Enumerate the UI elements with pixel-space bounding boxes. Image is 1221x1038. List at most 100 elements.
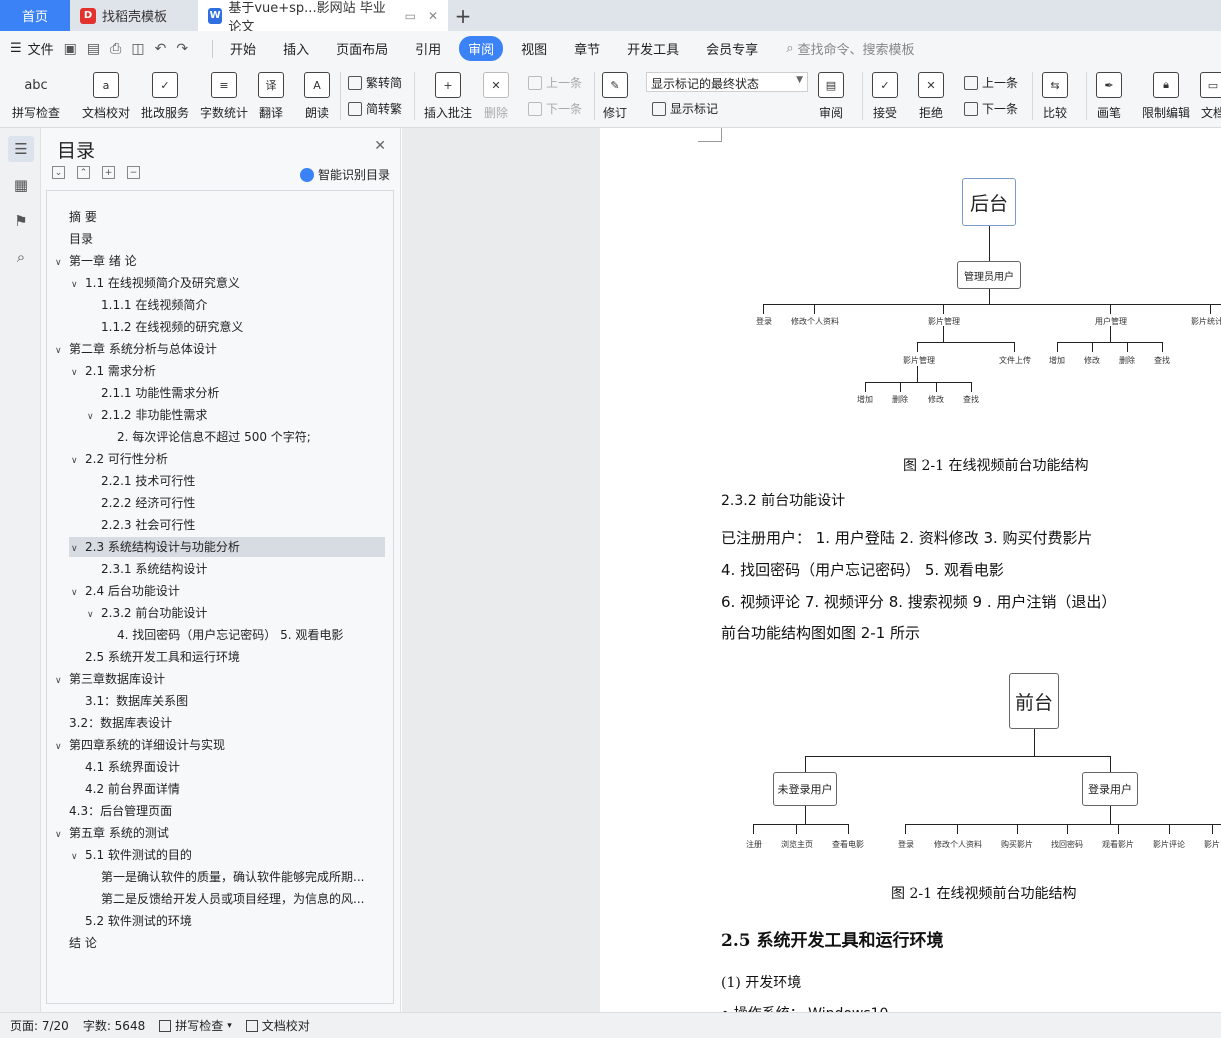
toc-item[interactable]: ∨ 2.2 可行性分析 [47, 449, 385, 469]
toc-item[interactable]: 2.3.1 系统结构设计 [47, 559, 385, 579]
toc-item[interactable]: ∨ 5.1 软件测试的目的 [47, 845, 385, 865]
trad-to-simp-button[interactable]: 繁转简 [348, 74, 402, 91]
word-count-button[interactable]: ≡ 字数统计 [200, 72, 248, 121]
review-pane-button[interactable]: ▤ 审阅 [818, 72, 844, 121]
track-changes-button[interactable]: ✎ 修订 [602, 72, 628, 121]
proofread-status[interactable]: 文档校对 [245, 1017, 310, 1034]
toc-item[interactable]: ∨ 第四章系统的详细设计与实现 [47, 735, 385, 755]
chevron-down-icon[interactable]: ∨ [55, 671, 69, 689]
navigation-icon[interactable]: ▦ [8, 172, 34, 198]
toc-item[interactable]: 4.3：后台管理页面 [47, 801, 385, 821]
toc-item[interactable]: 2.2.2 经济可行性 [47, 493, 385, 513]
toc-item[interactable]: 2. 每次评论信息不超过 500 个字符; [47, 427, 385, 447]
spell-check-status[interactable]: 拼写检查 ▾ [159, 1017, 232, 1034]
chevron-down-icon[interactable]: ∨ [71, 847, 85, 865]
chevron-down-icon[interactable]: ∨ [55, 341, 69, 359]
tab-view[interactable]: 视图 [512, 36, 556, 61]
chevron-down-icon[interactable]: ∨ [71, 363, 85, 381]
close-icon[interactable]: ✕ [374, 138, 386, 154]
tab-member[interactable]: 会员专享 [697, 36, 767, 61]
chevron-down-icon[interactable]: ∨ [71, 539, 85, 557]
next-change-button[interactable]: 下一条 [964, 100, 1018, 117]
toc-item[interactable]: ∨ 第一章 绪 论 [47, 251, 385, 271]
toc-item[interactable]: ∨ 2.1 需求分析 [47, 361, 385, 381]
toc-item[interactable]: 5.2 软件测试的环境 [47, 911, 385, 931]
tab-developer[interactable]: 开发工具 [618, 36, 688, 61]
preview-icon[interactable]: ◫ [131, 41, 144, 57]
document-page[interactable]: 后台 管理员用户 登录 修改个人资料 影片管理 用户管理 影片统计 影片管理 文… [600, 128, 1221, 1012]
insert-comment-button[interactable]: + 插入批注 [424, 72, 472, 121]
next-comment-button[interactable]: 下一条 [528, 100, 582, 117]
toc-item[interactable]: ∨ 2.3.2 前台功能设计 [47, 603, 385, 623]
smart-toc-button[interactable]: 智能识别目录 [299, 166, 390, 183]
toc-item[interactable]: 摘 要 [47, 207, 385, 227]
markup-state-select[interactable]: 显示标记的最终状态 ▼ [646, 72, 808, 92]
prev-change-button[interactable]: 上一条 [964, 74, 1018, 91]
tab-document[interactable]: W 基于vue+sp...影网站 毕业论文 ▭ ✕ [198, 0, 448, 35]
chevron-down-icon[interactable]: ∨ [87, 605, 101, 623]
chevron-down-icon[interactable]: ∨ [71, 451, 85, 469]
tab-home[interactable]: 首页 [0, 0, 70, 31]
batch-service-button[interactable]: ✓ 批改服务 [141, 72, 189, 121]
spell-check-button[interactable]: abc 拼写检查 [12, 72, 60, 121]
page-indicator[interactable]: 页面: 7/20 [10, 1017, 69, 1034]
chevron-down-icon[interactable]: ∨ [87, 407, 101, 425]
reject-button[interactable]: ✕ 拒绝 [918, 72, 944, 121]
toc-item[interactable]: 第一是确认软件的质量，确认软件能够完成所期... [47, 867, 385, 887]
toc-item[interactable]: 2.1.1 功能性需求分析 [47, 383, 385, 403]
close-tab-icon[interactable]: ✕ [428, 9, 438, 23]
save-icon[interactable]: ▣ [64, 41, 77, 57]
toc-item[interactable]: ∨ 2.3 系统结构设计与功能分析 [69, 537, 385, 557]
tab-reference[interactable]: 引用 [406, 36, 450, 61]
search-icon[interactable]: ⌕ [8, 244, 34, 270]
accept-button[interactable]: ✓ 接受 [872, 72, 898, 121]
chevron-down-icon[interactable]: ∨ [71, 275, 85, 293]
word-count[interactable]: 字数: 5648 [83, 1017, 145, 1034]
chevron-down-icon[interactable]: ∨ [55, 253, 69, 271]
restrict-edit-button[interactable]: 🔒︎ 限制编辑 [1142, 72, 1190, 121]
screen-icon[interactable]: ▭ [405, 9, 416, 23]
compare-button[interactable]: ⇆ 比较 [1042, 72, 1068, 121]
toc-item[interactable]: 3.2：数据库表设计 [47, 713, 385, 733]
toc-item[interactable]: ∨ 2.4 后台功能设计 [47, 581, 385, 601]
translate-button[interactable]: 译 翻译 [258, 72, 284, 121]
undo-icon[interactable]: ↶ [155, 41, 167, 57]
new-tab-button[interactable]: + [448, 0, 478, 31]
proofread-button[interactable]: a 文档校对 [82, 72, 130, 121]
chevron-down-icon[interactable]: ∨ [71, 583, 85, 601]
toc-item[interactable]: 2.2.3 社会可行性 [47, 515, 385, 535]
toc-item[interactable]: 2.2.1 技术可行性 [47, 471, 385, 491]
export-icon[interactable]: ▤ [87, 41, 100, 57]
prev-comment-button[interactable]: 上一条 [528, 74, 582, 91]
toc-item[interactable]: ∨ 第五章 系统的测试 [47, 823, 385, 843]
doc-permission-button[interactable]: ▭ 文档 [1200, 72, 1221, 121]
toc-item[interactable]: ∨ 第二章 系统分析与总体设计 [47, 339, 385, 359]
add-level-icon[interactable]: + [102, 166, 115, 179]
toc-item[interactable]: 结 论 [47, 933, 385, 953]
collapse-all-icon[interactable]: ⌄ [52, 166, 65, 179]
tab-start[interactable]: 开始 [221, 36, 265, 61]
tab-review[interactable]: 审阅 [459, 36, 504, 61]
tab-template[interactable]: D 找稻壳模板 [70, 0, 198, 31]
toc-item[interactable]: 3.1：数据库关系图 [47, 691, 385, 711]
toc-item[interactable]: ∨ 第三章数据库设计 [47, 669, 385, 689]
chevron-down-icon[interactable]: ∨ [55, 737, 69, 755]
toc-item[interactable]: ∨ 2.1.2 非功能性需求 [47, 405, 385, 425]
toc-item[interactable]: 1.1.1 在线视频简介 [47, 295, 385, 315]
command-search[interactable]: ⌕ 查找命令、搜索模板 [786, 39, 914, 58]
remove-level-icon[interactable]: − [127, 166, 140, 179]
toc-item[interactable]: ∨ 1.1 在线视频简介及研究意义 [47, 273, 385, 293]
toc-item[interactable]: 1.1.2 在线视频的研究意义 [47, 317, 385, 337]
tab-layout[interactable]: 页面布局 [327, 36, 397, 61]
toc-item[interactable]: 4. 找回密码（用户忘记密码） 5. 观看电影 [47, 625, 385, 645]
tab-chapter[interactable]: 章节 [565, 36, 609, 61]
toc-item[interactable]: 目录 [47, 229, 385, 249]
pen-button[interactable]: ✒ 画笔 [1096, 72, 1122, 121]
toc-item[interactable]: 第二是反馈给开发人员或项目经理，为信息的风... [47, 889, 385, 909]
toc-item[interactable]: 4.1 系统界面设计 [47, 757, 385, 777]
delete-comment-button[interactable]: ✕ 删除 [483, 72, 509, 121]
simp-to-trad-button[interactable]: 简转繁 [348, 100, 402, 117]
toc-rail-icon[interactable]: ☰ [8, 136, 34, 162]
file-menu[interactable]: ☰ 文件 [10, 39, 54, 58]
print-icon[interactable]: ⎙ [110, 41, 121, 57]
